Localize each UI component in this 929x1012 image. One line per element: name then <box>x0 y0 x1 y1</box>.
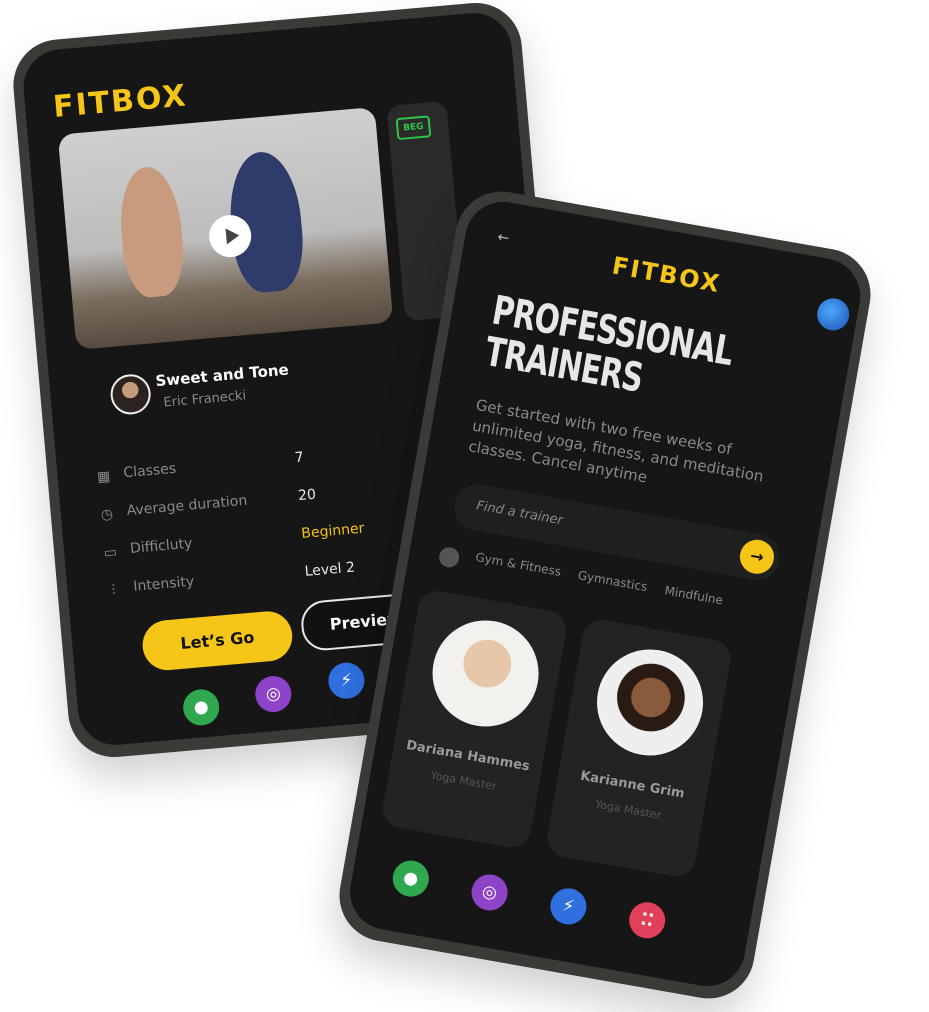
fitbox-logo: FITBOX <box>51 78 189 125</box>
instructor-avatar <box>108 372 153 417</box>
stat-value: 7 <box>294 449 305 467</box>
footprints-icon: ⁚⁚ <box>639 909 656 932</box>
filter-mindfulness[interactable]: Mindfulne <box>664 583 725 607</box>
trainer-card[interactable]: Dariana Hammes Yoga Master <box>379 588 570 851</box>
lightning-icon: ⚡ <box>560 895 576 918</box>
stat-label: Difficluty <box>129 535 194 557</box>
page-title: PROFESSIONAL TRAINERS <box>481 288 763 420</box>
clock-icon: ◷ <box>100 506 114 524</box>
stat-label: Intensity <box>132 573 195 595</box>
filter-gym-fitness[interactable]: Gym & Fitness <box>474 550 562 579</box>
medal-icon: ◎ <box>265 683 282 705</box>
stat-value: Level 2 <box>304 559 356 580</box>
nav-workouts-button[interactable]: ⚡ <box>547 885 590 928</box>
difficulty-badge: BEG <box>395 115 432 141</box>
nav-profile-button[interactable]: ● <box>389 857 432 900</box>
play-icon <box>225 227 240 245</box>
calendar-icon: ▦ <box>96 468 112 486</box>
yoga-figure-left <box>115 164 188 300</box>
lets-go-button[interactable]: Let’s Go <box>140 609 295 673</box>
back-arrow-icon[interactable]: ← <box>496 229 510 247</box>
nav-workouts-button[interactable]: ⚡ <box>326 661 366 701</box>
lightning-icon: ⚡ <box>339 670 354 692</box>
dumbbell-icon: ⫶ <box>111 582 117 599</box>
fitbox-logo: FITBOX <box>609 251 724 299</box>
nav-achievements-button[interactable]: ◎ <box>468 871 511 914</box>
trainer-card[interactable]: Karianne Grim Yoga Master <box>544 617 734 880</box>
stat-label: Average duration <box>126 492 248 520</box>
user-avatar[interactable] <box>814 295 852 333</box>
filter-all-chip[interactable] <box>437 545 461 569</box>
filter-gymnastics[interactable]: Gymnastics <box>577 568 649 594</box>
medal-icon: ◎ <box>480 881 499 904</box>
search-submit-button[interactable]: → <box>737 537 777 577</box>
trainer-photo <box>588 641 712 764</box>
stat-label: Classes <box>122 460 177 482</box>
nav-activity-button[interactable]: ⁚⁚ <box>626 899 669 942</box>
person-icon: ● <box>401 867 420 890</box>
stat-value: 20 <box>297 486 317 505</box>
class-title: Sweet and Tone <box>154 360 290 391</box>
class-author: Eric Franecki <box>162 388 247 411</box>
stat-value: Beginner <box>300 520 366 542</box>
nav-achievements-button[interactable]: ◎ <box>253 674 293 714</box>
nav-profile-button[interactable]: ● <box>181 687 221 727</box>
search-placeholder: Find a trainer <box>475 498 564 529</box>
gauge-icon: ▭ <box>103 544 118 562</box>
class-video-card[interactable] <box>57 107 394 350</box>
trainer-photo <box>424 612 547 735</box>
person-icon: ● <box>192 696 210 719</box>
